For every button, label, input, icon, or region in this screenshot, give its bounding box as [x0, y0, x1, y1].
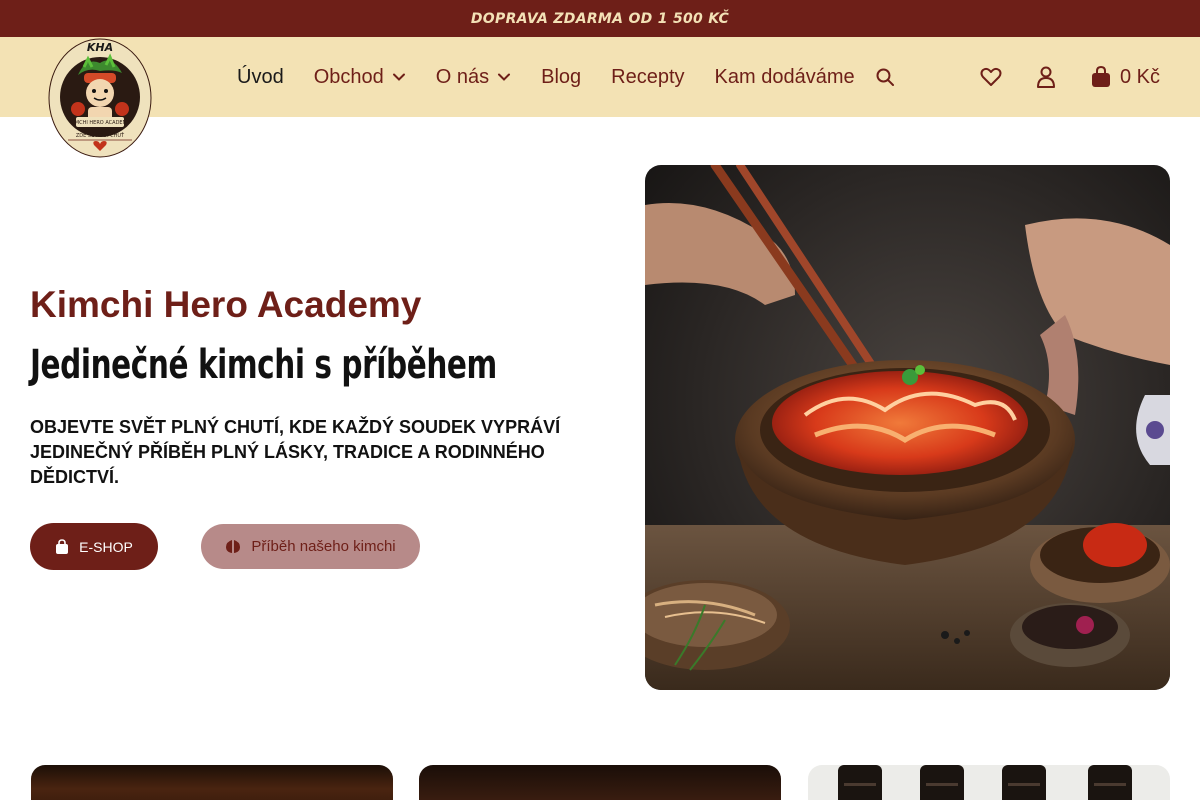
- hero-image: [645, 165, 1170, 690]
- leaf-icon: [225, 539, 241, 554]
- account-button[interactable]: [1036, 37, 1056, 117]
- nav-item-recepty[interactable]: Recepty: [611, 66, 684, 89]
- hero-title: Jedinečné kimchi s příběhem: [30, 342, 497, 388]
- category-card-3[interactable]: [808, 765, 1170, 800]
- heart-icon: [980, 67, 1002, 86]
- chevron-down-icon: [498, 73, 511, 81]
- bag-icon: [1092, 66, 1110, 87]
- nav-item-label: O nás: [435, 65, 490, 88]
- site-logo[interactable]: KHA KIMCHI HERO ACADEMY ZDE SE RODÍ CHUŤ: [48, 37, 152, 159]
- nav-item-o-nas[interactable]: O nás: [436, 66, 511, 89]
- nav-item-label: Recepty: [611, 65, 685, 88]
- nav-item-label: Blog: [541, 65, 582, 88]
- nav-item-obchod[interactable]: Obchod: [314, 66, 406, 89]
- story-button[interactable]: Příběh našeho kimchi: [201, 524, 420, 569]
- wishlist-button[interactable]: [980, 37, 1002, 117]
- cart-button[interactable]: 0 Kč: [1091, 37, 1160, 117]
- story-button-label: Příběh našeho kimchi: [251, 538, 396, 555]
- svg-text:KIMCHI HERO ACADEMY: KIMCHI HERO ACADEMY: [70, 120, 131, 126]
- nav-item-label: Úvod: [237, 65, 284, 88]
- category-card-2[interactable]: [419, 765, 781, 800]
- hero-brand: Kimchi Hero Academy: [30, 284, 422, 325]
- cart-total: 0 Kč: [1120, 65, 1161, 88]
- eshop-button-label: E-SHOP: [79, 538, 133, 555]
- kha-logo-icon: KHA KIMCHI HERO ACADEMY ZDE SE RODÍ CHUŤ: [48, 38, 152, 158]
- kimchi-bowl-photo-icon: [645, 165, 1170, 690]
- announcement-bar: DOPRAVA ZDARMA OD 1 500 KČ: [0, 0, 1200, 37]
- chevron-down-icon: [392, 73, 405, 81]
- category-card-1[interactable]: [31, 765, 393, 800]
- jars-photo-icon: [838, 765, 1132, 800]
- nav-item-blog[interactable]: Blog: [541, 66, 581, 89]
- hero-subtitle: Objevte svět plný chutí, kde každý soude…: [30, 417, 561, 487]
- bag-icon: [55, 539, 69, 554]
- nav-item-label: Kam dodáváme: [714, 65, 855, 88]
- user-icon: [1037, 66, 1055, 88]
- search-icon[interactable]: [875, 67, 895, 87]
- nav-item-label: Obchod: [313, 65, 384, 88]
- svg-text:ZDE SE RODÍ CHUŤ: ZDE SE RODÍ CHUŤ: [76, 131, 125, 139]
- nav-item-uvod[interactable]: Úvod: [237, 66, 284, 89]
- announcement-text: DOPRAVA ZDARMA OD 1 500 KČ: [470, 10, 730, 27]
- eshop-button[interactable]: E-SHOP: [30, 523, 158, 570]
- nav-item-kam-dodavame[interactable]: Kam dodáváme: [715, 66, 855, 89]
- svg-text:KHA: KHA: [87, 41, 113, 54]
- main-nav: Úvod Obchod O nás Blog Recepty Kam dodáv…: [237, 37, 895, 117]
